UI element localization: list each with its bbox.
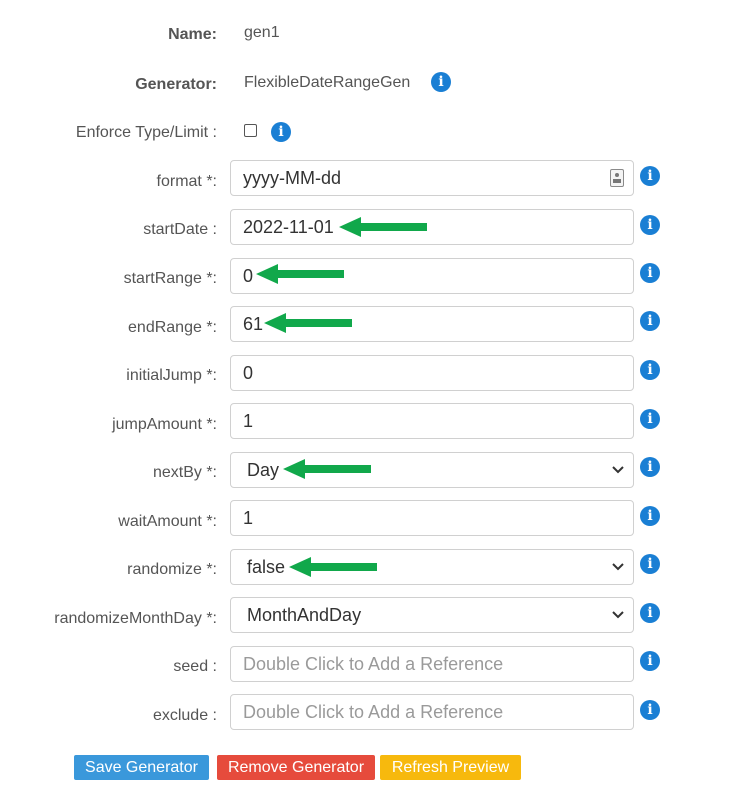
- generator-label: Generator:: [135, 76, 217, 93]
- seed-input[interactable]: Double Click to Add a Reference: [230, 646, 634, 682]
- randomize-value: false: [247, 557, 286, 577]
- waitAmount-value: 1: [243, 508, 254, 528]
- exclude-placeholder: Double Click to Add a Reference: [243, 702, 504, 722]
- initialJump-info-icon[interactable]: i: [640, 360, 660, 380]
- green-arrow-icon: [264, 313, 352, 333]
- refresh-preview-button[interactable]: Refresh Preview: [380, 755, 521, 780]
- initialJump-row: initialJump *: 0 i: [0, 355, 730, 391]
- startRange-label: startRange *:: [123, 270, 217, 287]
- seed-label: seed :: [173, 658, 217, 675]
- startRange-row: startRange *: 0 i: [0, 258, 730, 294]
- nextBy-value: Day: [247, 460, 280, 480]
- generator-value: FlexibleDateRangeGen: [244, 74, 411, 91]
- randomize-label: randomize *:: [127, 561, 217, 578]
- chevron-down-icon: [611, 453, 625, 487]
- nextBy-label: nextBy *:: [152, 464, 217, 481]
- randomize-info-icon[interactable]: i: [640, 554, 660, 574]
- generator-row: Generator: FlexibleDateRangeGen i: [0, 72, 730, 96]
- initialJump-label: initialJump *:: [126, 367, 217, 384]
- format-label: format *:: [156, 173, 217, 190]
- jumpAmount-input[interactable]: 1: [230, 403, 634, 439]
- seed-placeholder: Double Click to Add a Reference: [243, 654, 504, 674]
- format-info-icon[interactable]: i: [640, 166, 660, 186]
- enforce-label: Enforce Type/Limit :: [75, 124, 217, 141]
- chevron-down-icon: [611, 598, 625, 632]
- initialJump-input[interactable]: 0: [230, 355, 634, 391]
- green-arrow-icon: [256, 264, 344, 284]
- startDate-input[interactable]: 2022-11-01: [230, 209, 634, 245]
- seed-info-icon[interactable]: i: [640, 651, 660, 671]
- jumpAmount-label: jumpAmount *:: [112, 416, 217, 433]
- name-value: gen1: [244, 24, 280, 41]
- jumpAmount-value: 1: [243, 411, 254, 431]
- name-row: Name: gen1: [0, 24, 730, 46]
- startDate-value: 2022-11-01: [243, 217, 334, 237]
- generator-info-icon[interactable]: i: [431, 72, 451, 92]
- initialJump-value: 0: [243, 363, 254, 383]
- enforce-checkbox[interactable]: [244, 124, 257, 137]
- randomizeMonthDay-label: randomizeMonthDay *:: [54, 610, 217, 627]
- chevron-down-icon: [611, 550, 625, 584]
- startRange-value: 0: [243, 266, 254, 286]
- jumpAmount-row: jumpAmount *: 1 i: [0, 403, 730, 439]
- nextBy-info-icon[interactable]: i: [640, 457, 660, 477]
- seed-row: seed : Double Click to Add a Reference i: [0, 646, 730, 682]
- endRange-value: 61: [243, 314, 264, 334]
- contact-card-icon[interactable]: [610, 169, 624, 187]
- exclude-label: exclude :: [152, 707, 217, 724]
- startDate-info-icon[interactable]: i: [640, 215, 660, 235]
- exclude-input[interactable]: Double Click to Add a Reference: [230, 694, 634, 730]
- nextBy-row: nextBy *: Day i: [0, 452, 730, 488]
- randomizeMonthDay-select[interactable]: MonthAndDay: [230, 597, 634, 633]
- waitAmount-label: waitAmount *:: [118, 513, 217, 530]
- randomizeMonthDay-info-icon[interactable]: i: [640, 603, 660, 623]
- exclude-info-icon[interactable]: i: [640, 700, 660, 720]
- format-input[interactable]: yyyy-MM-dd: [230, 160, 634, 196]
- endRange-info-icon[interactable]: i: [640, 311, 660, 331]
- waitAmount-row: waitAmount *: 1 i: [0, 500, 730, 536]
- startRange-info-icon[interactable]: i: [640, 263, 660, 283]
- randomizeMonthDay-value: MonthAndDay: [247, 605, 362, 625]
- waitAmount-input[interactable]: 1: [230, 500, 634, 536]
- green-arrow-icon: [289, 557, 377, 577]
- endRange-label: endRange *:: [128, 319, 217, 336]
- enforce-row: Enforce Type/Limit : i: [0, 122, 730, 144]
- save-generator-button[interactable]: Save Generator: [74, 755, 209, 780]
- enforce-info-icon[interactable]: i: [271, 122, 291, 142]
- waitAmount-info-icon[interactable]: i: [640, 506, 660, 526]
- remove-generator-button[interactable]: Remove Generator: [217, 755, 375, 780]
- name-label: Name:: [168, 26, 217, 43]
- startDate-row: startDate : 2022-11-01 i: [0, 209, 730, 245]
- randomize-row: randomize *: false i: [0, 549, 730, 585]
- green-arrow-icon: [339, 217, 427, 237]
- exclude-row: exclude : Double Click to Add a Referenc…: [0, 694, 730, 730]
- startDate-label: startDate :: [143, 221, 217, 238]
- format-value: yyyy-MM-dd: [243, 168, 341, 188]
- jumpAmount-info-icon[interactable]: i: [640, 409, 660, 429]
- endRange-row: endRange *: 61 i: [0, 306, 730, 342]
- green-arrow-icon: [283, 459, 371, 479]
- format-row: format *: yyyy-MM-dd i: [0, 160, 730, 196]
- randomizeMonthDay-row: randomizeMonthDay *: MonthAndDay i: [0, 597, 730, 633]
